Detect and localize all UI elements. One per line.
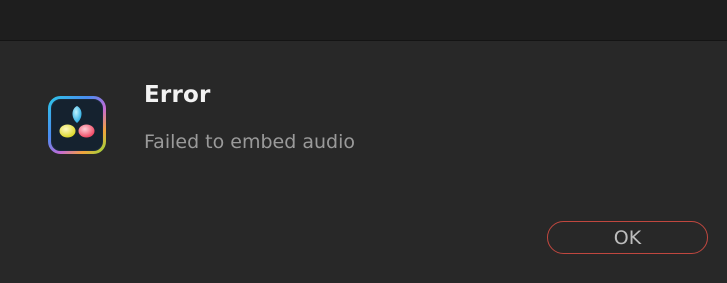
davinci-resolve-icon xyxy=(48,96,106,154)
ok-button[interactable]: OK xyxy=(547,221,708,254)
error-dialog: Error Failed to embed audio OK xyxy=(0,0,727,283)
dialog-title-bar[interactable] xyxy=(0,0,727,41)
dialog-message: Failed to embed audio xyxy=(144,131,355,153)
dialog-title: Error xyxy=(144,82,211,108)
